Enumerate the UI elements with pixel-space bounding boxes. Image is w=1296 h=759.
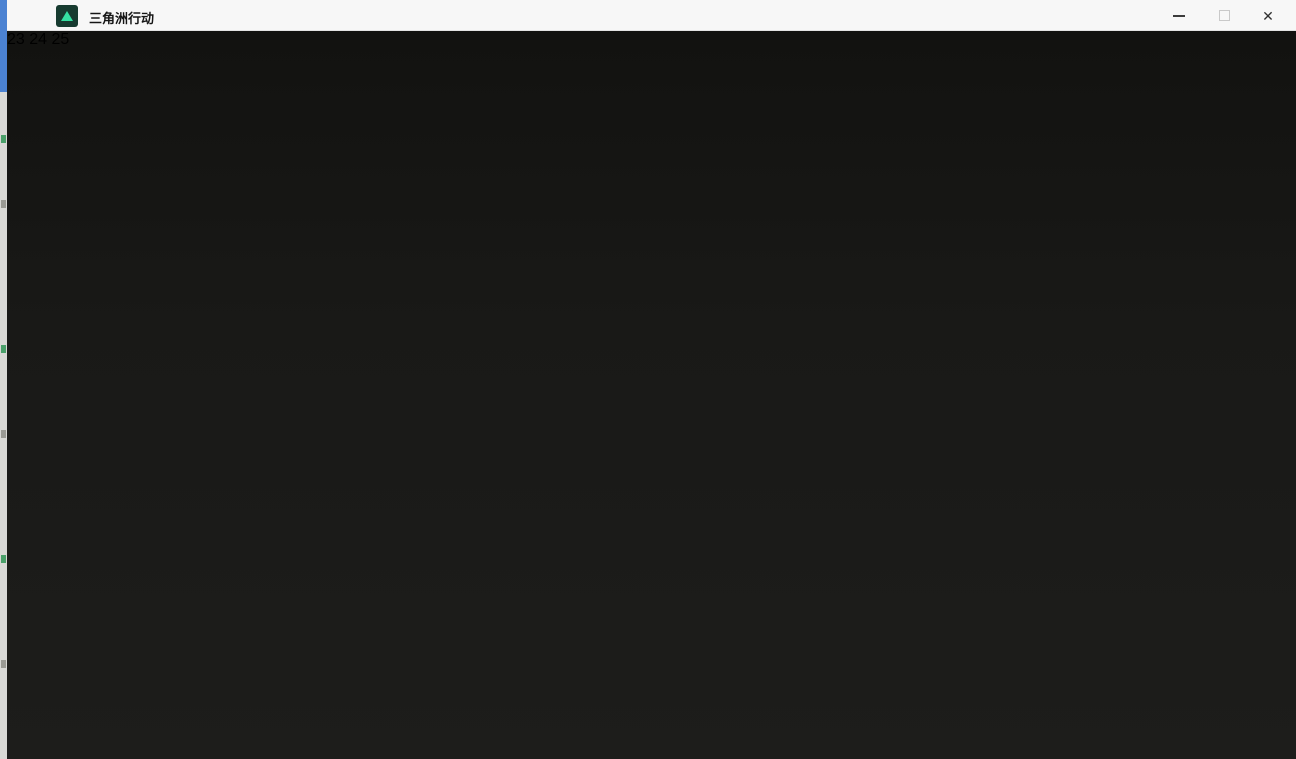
sliver-selection (0, 0, 7, 92)
close-button[interactable]: ✕ (1251, 0, 1285, 31)
sliver-text-mark (1, 555, 6, 563)
sliver-text-mark (1, 135, 6, 143)
minimize-button[interactable] (1162, 0, 1196, 31)
sliver-text-mark (1, 430, 6, 438)
scene-background: 23 24 25 (7, 31, 1296, 759)
app-window: 23 24 25 三角洲行动 ✕ (0, 0, 1296, 759)
sliver-text-mark (1, 660, 6, 668)
background-window-sliver (0, 0, 7, 759)
sliver-text-mark (1, 200, 6, 208)
maximize-button[interactable] (1207, 0, 1241, 31)
titlebar: 三角洲行动 ✕ (7, 0, 1296, 31)
window-title: 三角洲行动 (89, 11, 155, 26)
sliver-text-mark (1, 345, 6, 353)
app-logo-icon (56, 5, 78, 27)
